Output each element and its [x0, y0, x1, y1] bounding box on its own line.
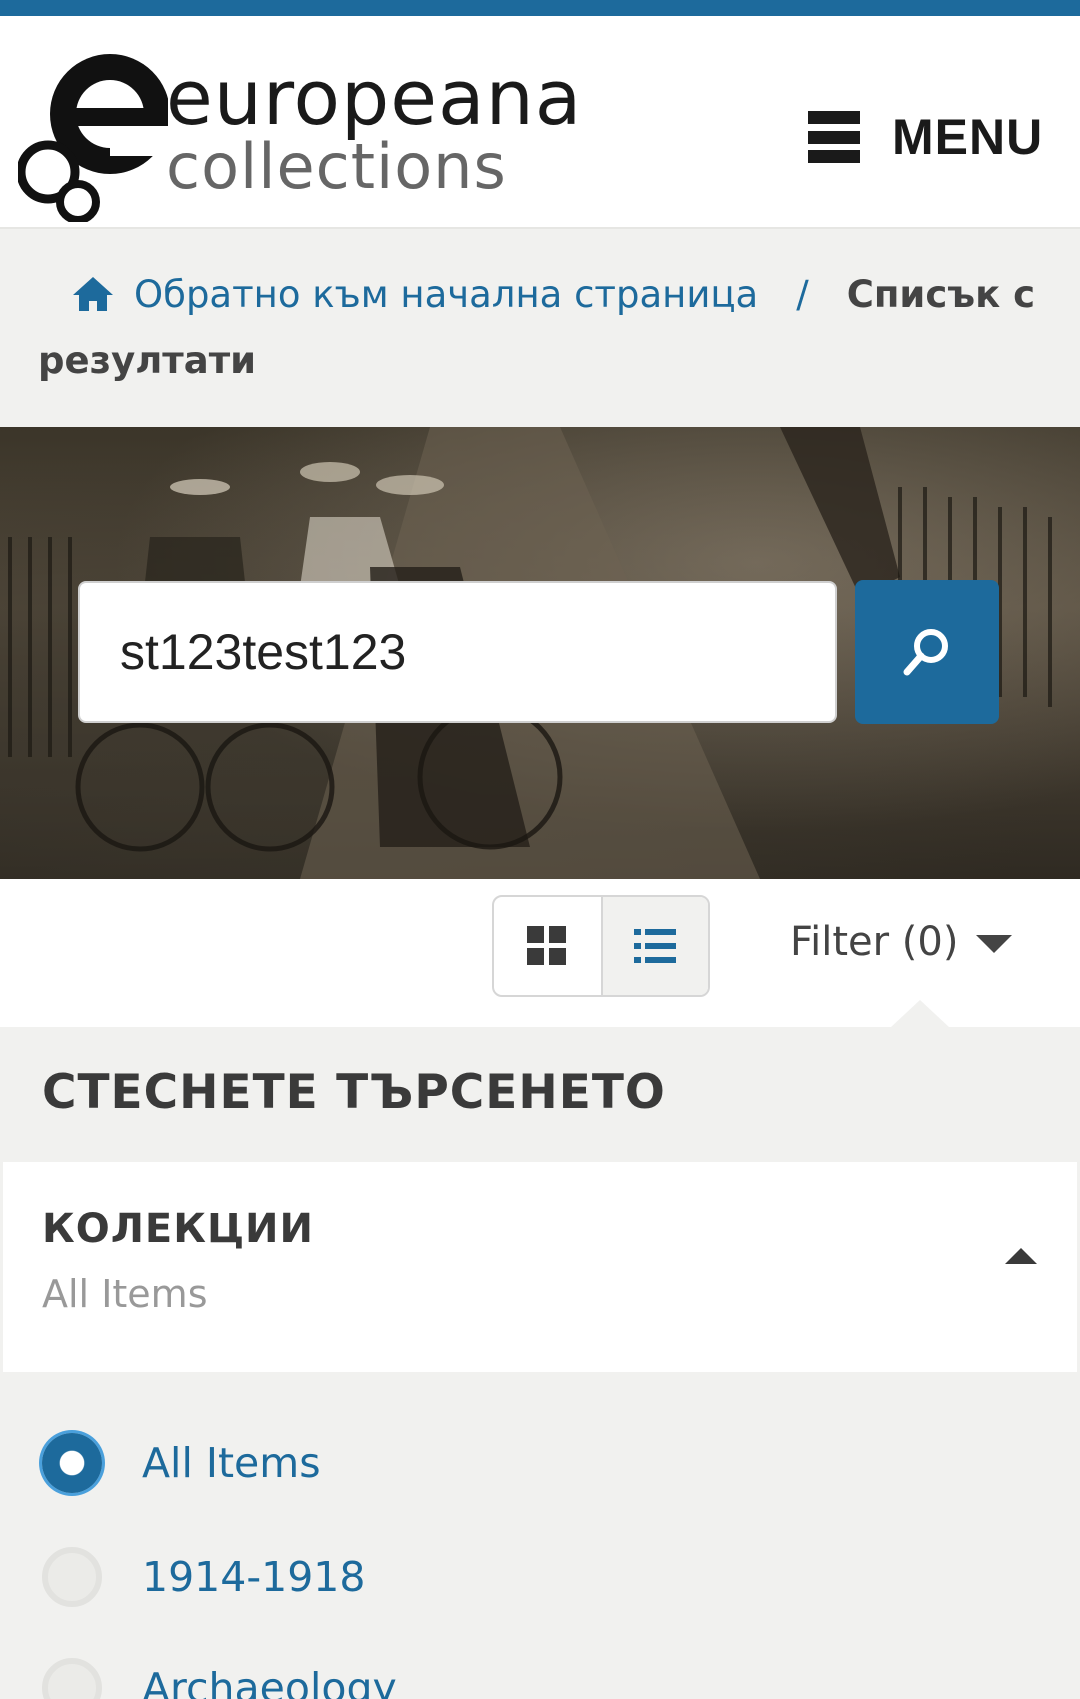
list-view-button[interactable] [600, 897, 708, 995]
logo-word-collections: collections [166, 130, 507, 203]
filter-toggle[interactable]: Filter (0) [790, 919, 1013, 965]
facet-option-label: 1914-1918 [142, 1553, 366, 1601]
breadcrumb-home-link[interactable]: Обратно към начална страница [134, 273, 758, 316]
facet-selected-value: All Items [42, 1272, 208, 1316]
chevron-up-icon[interactable] [1005, 1248, 1037, 1264]
logo-text[interactable]: europeana collections [166, 60, 582, 198]
breadcrumb: Обратно към начална страница / Списък с ре… [38, 262, 1038, 394]
logo-word-europeana: europeana [166, 53, 583, 142]
chevron-down-icon [976, 935, 1013, 953]
refine-search-heading: СТЕСНЕТЕ ТЪРСЕНЕТО [42, 1065, 666, 1120]
site-header: europeana collections MENU [0, 16, 1080, 229]
filter-panel-pointer [890, 1000, 950, 1028]
top-accent-bar [0, 0, 1080, 16]
europeana-logo-icon[interactable] [18, 40, 168, 222]
hamburger-icon [808, 111, 860, 163]
menu-button[interactable]: MENU [808, 108, 1043, 166]
breadcrumb-separator: / [796, 273, 809, 316]
list-view-icon [634, 929, 677, 963]
search-icon [903, 629, 948, 676]
facet-option-archaeology[interactable]: Archaeology [42, 1648, 397, 1699]
grid-view-button[interactable] [494, 897, 601, 995]
radio-unselected-icon[interactable] [42, 1547, 102, 1607]
facet-option-label: All Items [142, 1439, 321, 1487]
menu-label: MENU [892, 109, 1044, 165]
view-toggle [492, 895, 710, 997]
home-icon [73, 277, 113, 311]
facet-option-label: Archaeology [142, 1664, 397, 1699]
facet-option-all-items[interactable]: All Items [42, 1423, 321, 1503]
grid-view-icon [527, 926, 567, 965]
filter-label: Filter (0) [790, 919, 959, 965]
facet-option-1914-1918[interactable]: 1914-1918 [42, 1537, 365, 1617]
radio-unselected-icon[interactable] [42, 1658, 102, 1699]
facet-title: КОЛЕКЦИИ [42, 1206, 315, 1252]
search-input[interactable] [78, 581, 837, 723]
search-button[interactable] [855, 580, 999, 724]
radio-selected-icon[interactable] [42, 1433, 102, 1493]
collections-facet-header[interactable]: КОЛЕКЦИИ All Items [3, 1162, 1077, 1372]
